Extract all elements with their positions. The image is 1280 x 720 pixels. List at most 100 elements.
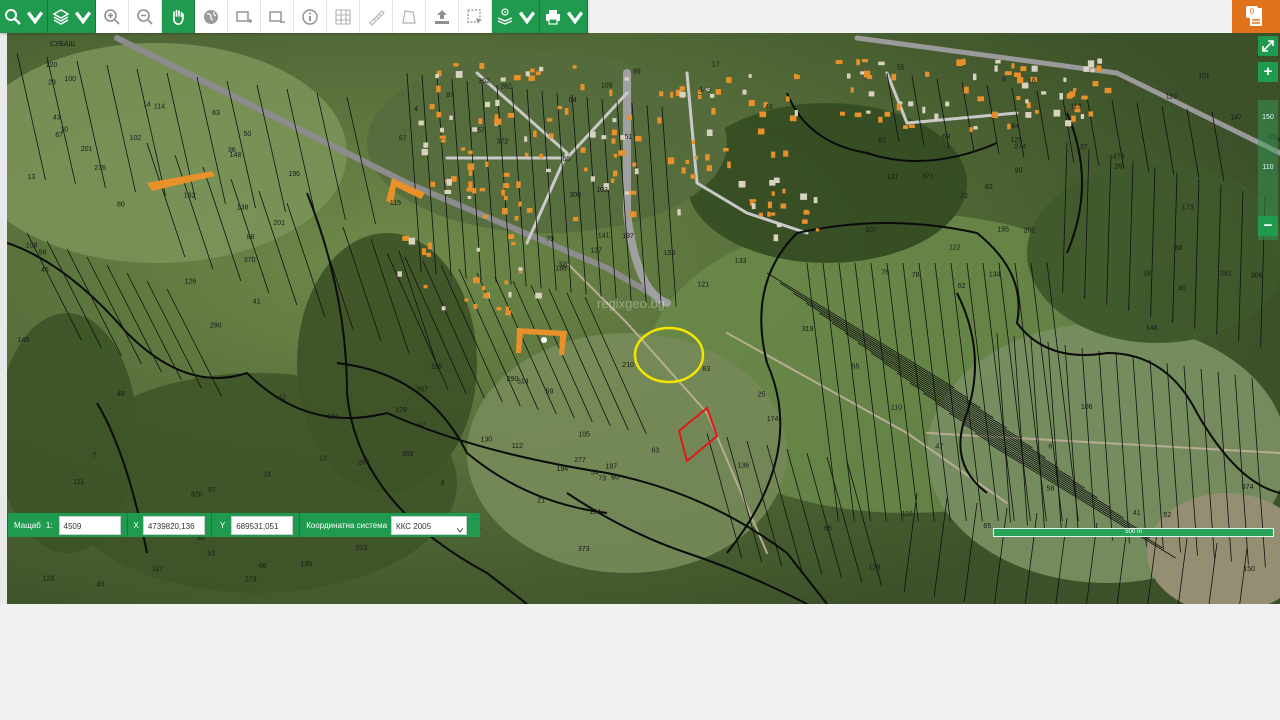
parcel-number: 197: [622, 233, 634, 240]
zoom-plus-button[interactable]: +: [1258, 62, 1278, 82]
parcel-number: 276: [94, 165, 106, 172]
parcel-number: 367: [416, 387, 428, 394]
ruler-icon: [369, 9, 385, 26]
parcel-number: 290: [507, 376, 519, 383]
parcel-number: 62: [878, 138, 886, 145]
select-area-icon: [467, 8, 482, 24]
parcel-number: 52: [1164, 512, 1172, 519]
info-button[interactable]: [294, 0, 327, 33]
polygon-area-button[interactable]: [393, 0, 426, 33]
parcel-number: 147: [1230, 115, 1242, 122]
add-rectangle-button[interactable]: [228, 0, 261, 33]
x-coordinate-input[interactable]: 4739820,136: [142, 515, 205, 535]
polygon-area-icon: [402, 9, 416, 24]
parcel-number: 128: [869, 565, 881, 572]
parcel-number: 319: [802, 326, 814, 333]
location-marker[interactable]: [541, 337, 547, 343]
parcel-number: 131: [887, 174, 899, 181]
expand-button[interactable]: [1258, 36, 1278, 56]
parcel-number: 18: [1143, 271, 1151, 278]
layers-info-button[interactable]: [492, 0, 540, 33]
parcel-number: 10: [60, 127, 68, 134]
parcel-number: 149: [699, 87, 711, 94]
parcel-number: 55: [897, 64, 905, 71]
parcel-number: 187: [606, 464, 618, 471]
parcel-number: 8: [441, 481, 445, 488]
layers-button[interactable]: [48, 0, 96, 33]
parcel-number: 129: [395, 407, 407, 414]
parcel-number: 6: [1048, 444, 1052, 451]
grid-icon: [335, 8, 351, 25]
parcel-number: 374: [1242, 484, 1254, 491]
zoom-out-icon: [137, 8, 153, 25]
parcel-number: 41: [1133, 510, 1141, 517]
parcel-number: 76: [881, 270, 889, 277]
y-coordinate-input[interactable]: 689531,051: [231, 515, 294, 535]
map-scale-bar: 500 m: [993, 528, 1274, 537]
ruler-button[interactable]: [360, 0, 393, 33]
parcel-number: 21: [537, 498, 545, 505]
parcel-number: 42: [765, 104, 773, 111]
parcel-number: 146: [1146, 325, 1158, 332]
parcel-number: 194: [557, 466, 569, 473]
parcel-number: 13: [27, 174, 35, 181]
parcel-number: 326: [558, 262, 570, 269]
notification-badge: 0: [1246, 6, 1258, 18]
expand-icon: [1262, 40, 1274, 52]
x-coordinate-label: X: [133, 520, 139, 530]
parcel-number: 106: [1081, 404, 1093, 411]
parcel-number: 362: [478, 78, 490, 85]
parcel-number: 55: [852, 363, 860, 370]
globe-button[interactable]: [195, 0, 228, 33]
user-documents-button[interactable]: 0: [1232, 0, 1280, 33]
parcel-number: 101: [1198, 73, 1210, 80]
left-panel-edge: [0, 33, 7, 604]
layers-icon: [51, 8, 70, 25]
pan-button[interactable]: [162, 0, 195, 33]
parcel-number: 126: [185, 278, 197, 285]
remove-rectangle-button[interactable]: [261, 0, 294, 33]
parcel-number: 290: [210, 323, 222, 330]
pan-hand-icon: [173, 9, 184, 25]
parcel-number: 42: [278, 395, 286, 402]
chevron-down-icon: [518, 10, 535, 24]
parcel-number: 124: [589, 509, 601, 516]
parcel-number: 155: [664, 250, 676, 257]
info-icon: [302, 8, 318, 25]
parcel-number: 54: [591, 470, 599, 477]
parcel-number: 370: [244, 257, 256, 264]
parcel-number: 196: [288, 171, 300, 178]
parcel-number: 51: [625, 134, 633, 141]
zoom-in-button[interactable]: [96, 0, 129, 33]
parcel-number: 67: [418, 423, 426, 430]
parcel-number: 14: [143, 102, 151, 109]
scale-input[interactable]: 4509: [58, 515, 121, 535]
print-button[interactable]: [540, 0, 588, 33]
upload-button[interactable]: [426, 0, 459, 33]
parcel-number: 300: [569, 192, 581, 199]
zoom-minus-button[interactable]: −: [1258, 216, 1278, 236]
parcel-number: 53: [207, 550, 215, 557]
parcel-number: 202: [1024, 228, 1036, 235]
grid-button[interactable]: [327, 0, 360, 33]
parcel-number: 125: [1011, 137, 1023, 144]
zoom-out-button[interactable]: [129, 0, 162, 33]
parcel-number: 117: [152, 566, 163, 573]
coordinate-system-select[interactable]: ККС 2005: [391, 515, 468, 535]
parcel-number: 136: [738, 462, 750, 469]
print-icon: [545, 9, 560, 25]
select-area-button[interactable]: [459, 0, 492, 33]
parcel-number: 87: [446, 92, 454, 99]
parcel-number: 57: [477, 128, 485, 135]
parcel-number: 47: [935, 444, 943, 451]
parcel-number: 50: [244, 131, 252, 138]
search-button[interactable]: [0, 0, 48, 33]
parcel-number: 88: [247, 234, 255, 241]
parcel-number: 46: [41, 267, 49, 274]
parcel-number: 79: [546, 236, 554, 243]
parcel-number: 100: [64, 76, 76, 83]
parcel-number: 43: [53, 115, 61, 122]
coordinate-system-value: ККС 2005: [396, 521, 432, 531]
parcel-number: 115: [390, 200, 401, 207]
parcel-number: 64: [1012, 123, 1020, 130]
